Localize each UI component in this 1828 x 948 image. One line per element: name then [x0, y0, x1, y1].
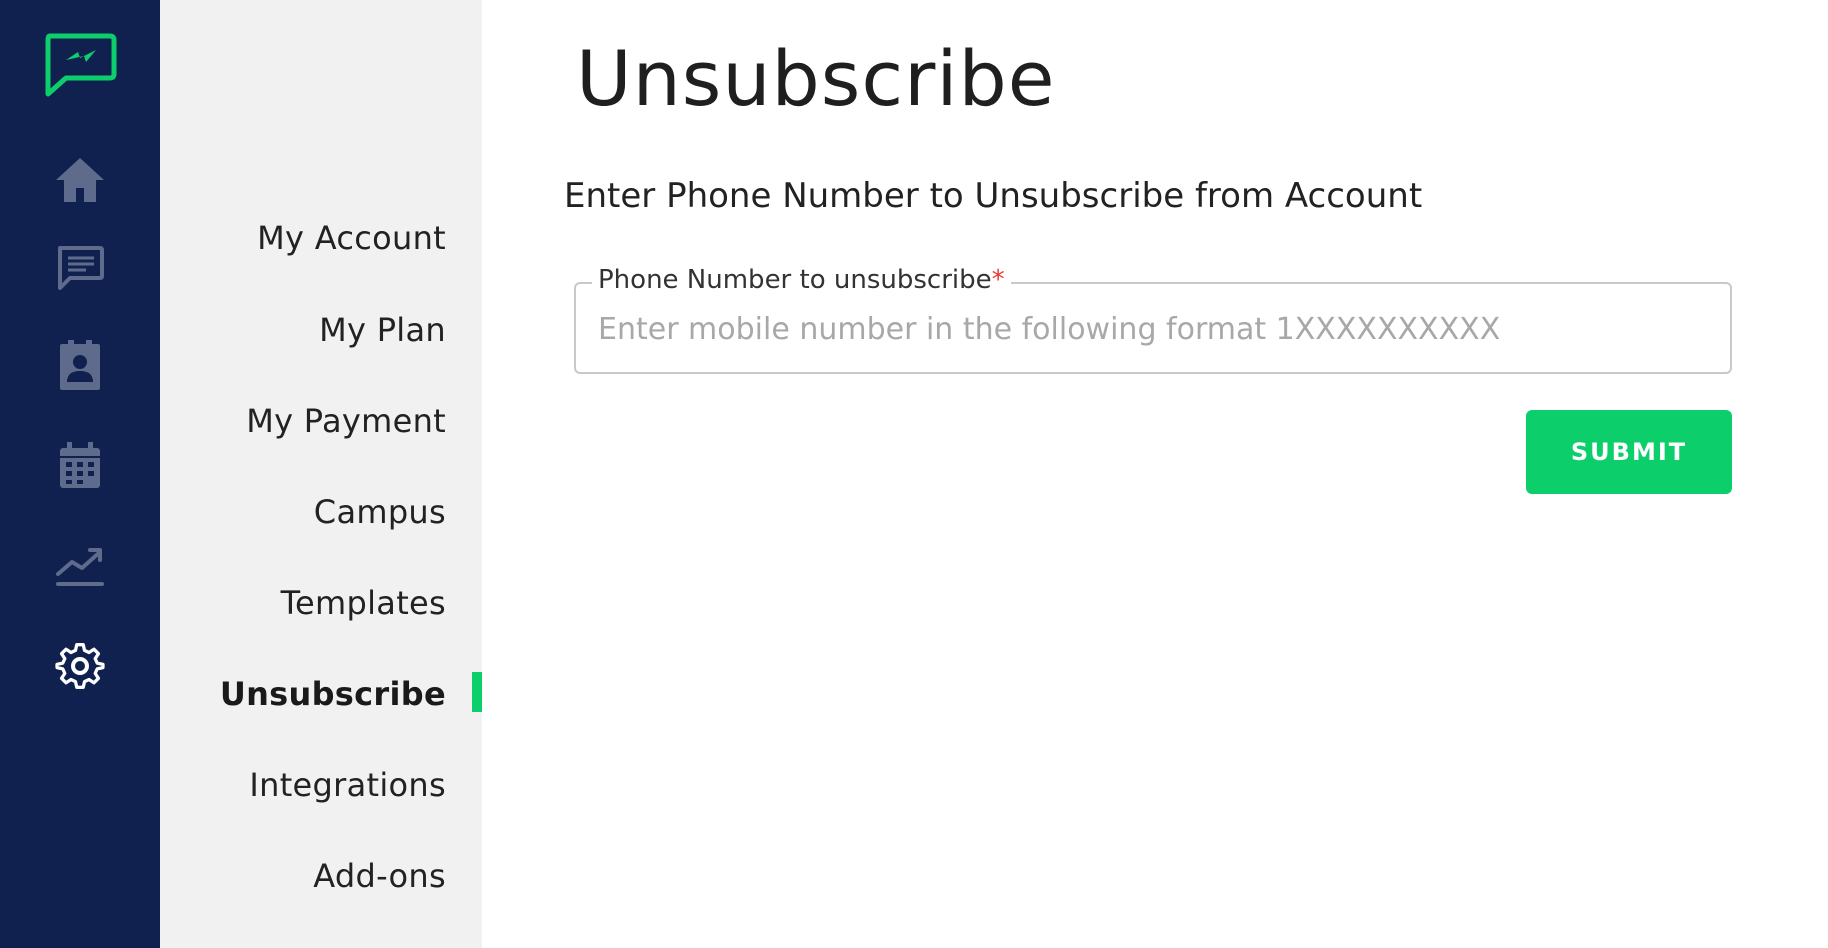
- gear-icon[interactable]: [52, 636, 108, 692]
- phone-number-label: Phone Number to unsubscribe*: [592, 265, 1011, 295]
- subnav-item-integrations[interactable]: Integrations: [249, 763, 446, 807]
- subnav-item-campus[interactable]: Campus: [314, 490, 446, 534]
- subnav-item-unsubscribe[interactable]: Unsubscribe: [220, 672, 446, 716]
- app-window: My Account My Plan My Payment Campus Tem…: [0, 0, 1828, 948]
- required-marker: *: [991, 265, 1005, 295]
- analytics-icon[interactable]: [52, 536, 108, 592]
- icon-rail: [0, 0, 160, 948]
- contacts-icon[interactable]: [52, 338, 108, 394]
- page-title: Unsubscribe: [576, 34, 1056, 123]
- page-subtitle: Enter Phone Number to Unsubscribe from A…: [564, 176, 1423, 216]
- main-content: Unsubscribe Enter Phone Number to Unsubs…: [482, 0, 1828, 948]
- settings-subnav: My Account My Plan My Payment Campus Tem…: [160, 0, 482, 948]
- subnav-item-templates[interactable]: Templates: [281, 581, 446, 625]
- messages-icon[interactable]: [52, 240, 108, 296]
- active-nav-indicator: [472, 672, 482, 712]
- home-icon[interactable]: [52, 152, 108, 208]
- phone-number-input[interactable]: [598, 306, 1708, 352]
- subnav-item-add-ons[interactable]: Add-ons: [313, 854, 446, 898]
- subnav-item-my-payment[interactable]: My Payment: [246, 399, 446, 443]
- subnav-item-my-account[interactable]: My Account: [257, 216, 446, 260]
- phone-number-field: Phone Number to unsubscribe*: [574, 265, 1732, 374]
- submit-button[interactable]: SUBMIT: [1526, 410, 1732, 494]
- calendar-icon[interactable]: [52, 438, 108, 494]
- subnav-item-my-plan[interactable]: My Plan: [319, 308, 446, 352]
- lightning-chat-icon[interactable]: [42, 30, 118, 102]
- phone-number-label-text: Phone Number to unsubscribe: [598, 265, 992, 295]
